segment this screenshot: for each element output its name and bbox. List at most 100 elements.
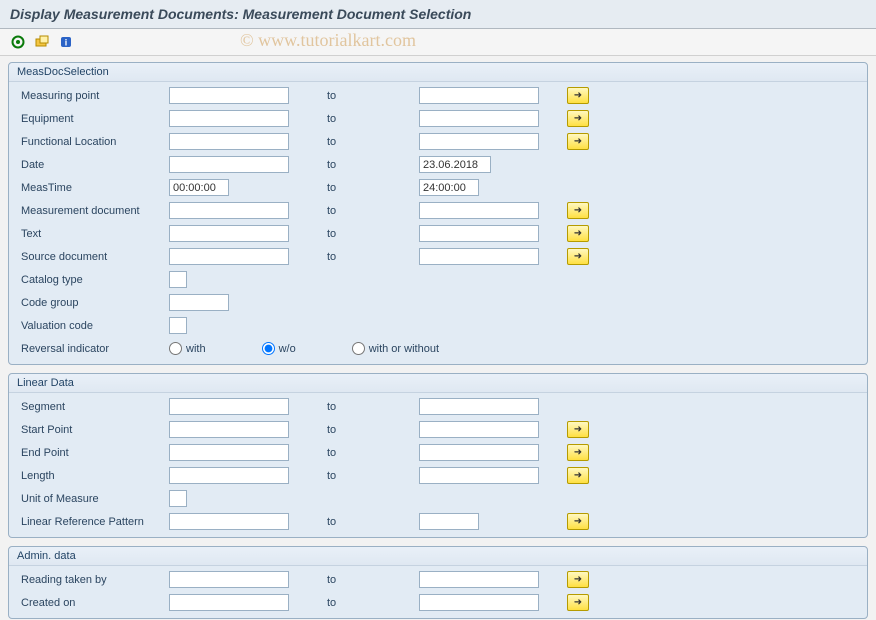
label-length: Length <box>9 470 169 482</box>
label-meas-doc: Measurement document <box>9 205 169 217</box>
group-title: MeasDocSelection <box>9 63 867 82</box>
info-button[interactable]: i <box>56 33 76 51</box>
arrow-right-icon: ➜ <box>574 136 582 147</box>
lrp-from[interactable] <box>169 513 289 530</box>
catalog-type-input[interactable] <box>169 271 187 288</box>
meas-time-to[interactable] <box>419 179 479 196</box>
toolbar: i <box>0 29 876 56</box>
arrow-right-icon: ➜ <box>574 90 582 101</box>
group-meas-doc-selection: MeasDocSelection Measuring point to ➜ Eq… <box>8 62 868 365</box>
meas-time-from[interactable] <box>169 179 229 196</box>
meas-doc-to[interactable] <box>419 202 539 219</box>
multiple-selection-button[interactable]: ➜ <box>567 467 589 484</box>
end-point-from[interactable] <box>169 444 289 461</box>
row-reading-taken-by: Reading taken by to ➜ <box>9 568 867 591</box>
multiple-selection-button[interactable]: ➜ <box>567 202 589 219</box>
segment-to[interactable] <box>419 398 539 415</box>
radio-both-input[interactable] <box>352 342 365 355</box>
row-unit-of-measure: Unit of Measure <box>9 487 867 510</box>
multiple-selection-button[interactable]: ➜ <box>567 110 589 127</box>
label-reversal: Reversal indicator <box>9 343 169 355</box>
content-area: MeasDocSelection Measuring point to ➜ Eq… <box>0 56 876 619</box>
created-on-from[interactable] <box>169 594 289 611</box>
multiple-selection-button[interactable]: ➜ <box>567 133 589 150</box>
multiple-selection-button[interactable]: ➜ <box>567 421 589 438</box>
row-source-doc: Source document to ➜ <box>9 245 867 268</box>
label-date: Date <box>9 159 169 171</box>
source-doc-from[interactable] <box>169 248 289 265</box>
row-functional-location: Functional Location to ➜ <box>9 130 867 153</box>
row-date: Date to <box>9 153 867 176</box>
equipment-from[interactable] <box>169 110 289 127</box>
length-to[interactable] <box>419 467 539 484</box>
length-from[interactable] <box>169 467 289 484</box>
row-valuation-code: Valuation code <box>9 314 867 337</box>
label-end-point: End Point <box>9 447 169 459</box>
row-reversal-indicator: Reversal indicator with w/o with or with… <box>9 337 867 360</box>
date-to[interactable] <box>419 156 491 173</box>
label-measuring-point: Measuring point <box>9 90 169 102</box>
group-title: Admin. data <box>9 547 867 566</box>
execute-button[interactable] <box>8 33 28 51</box>
text-to[interactable] <box>419 225 539 242</box>
execute-icon <box>11 35 25 49</box>
label-text: Text <box>9 228 169 240</box>
label-catalog-type: Catalog type <box>9 274 169 286</box>
meas-doc-from[interactable] <box>169 202 289 219</box>
text-from[interactable] <box>169 225 289 242</box>
label-reading-taken-by: Reading taken by <box>9 574 169 586</box>
multiple-selection-button[interactable]: ➜ <box>567 571 589 588</box>
row-catalog-type: Catalog type <box>9 268 867 291</box>
label-func-loc: Functional Location <box>9 136 169 148</box>
start-point-to[interactable] <box>419 421 539 438</box>
info-icon: i <box>59 35 73 49</box>
equipment-to[interactable] <box>419 110 539 127</box>
valuation-code-input[interactable] <box>169 317 187 334</box>
arrow-right-icon: ➜ <box>574 597 582 608</box>
multiple-selection-button[interactable]: ➜ <box>567 444 589 461</box>
multiple-selection-button[interactable]: ➜ <box>567 87 589 104</box>
date-from[interactable] <box>169 156 289 173</box>
get-variant-button[interactable] <box>32 33 52 51</box>
reading-taken-by-from[interactable] <box>169 571 289 588</box>
arrow-right-icon: ➜ <box>574 205 582 216</box>
measuring-point-from[interactable] <box>169 87 289 104</box>
start-point-from[interactable] <box>169 421 289 438</box>
radio-wo[interactable]: w/o <box>262 342 296 355</box>
multiple-selection-button[interactable]: ➜ <box>567 248 589 265</box>
row-text: Text to ➜ <box>9 222 867 245</box>
label-meas-time: MeasTime <box>9 182 169 194</box>
radio-with[interactable]: with <box>169 342 206 355</box>
row-code-group: Code group <box>9 291 867 314</box>
code-group-input[interactable] <box>169 294 229 311</box>
source-doc-to[interactable] <box>419 248 539 265</box>
title-bar: Display Measurement Documents: Measureme… <box>0 0 876 29</box>
multiple-selection-button[interactable]: ➜ <box>567 513 589 530</box>
segment-from[interactable] <box>169 398 289 415</box>
group-title: Linear Data <box>9 374 867 393</box>
arrow-right-icon: ➜ <box>574 516 582 527</box>
measuring-point-to[interactable] <box>419 87 539 104</box>
row-start-point: Start Point to ➜ <box>9 418 867 441</box>
folder-icon <box>35 35 49 49</box>
arrow-right-icon: ➜ <box>574 251 582 262</box>
func-loc-to[interactable] <box>419 133 539 150</box>
multiple-selection-button[interactable]: ➜ <box>567 594 589 611</box>
row-measuring-point: Measuring point to ➜ <box>9 84 867 107</box>
svg-text:i: i <box>65 38 68 48</box>
end-point-to[interactable] <box>419 444 539 461</box>
to-label: to <box>299 90 419 102</box>
created-on-to[interactable] <box>419 594 539 611</box>
row-meas-doc: Measurement document to ➜ <box>9 199 867 222</box>
multiple-selection-button[interactable]: ➜ <box>567 225 589 242</box>
radio-wo-input[interactable] <box>262 342 275 355</box>
row-length: Length to ➜ <box>9 464 867 487</box>
reading-taken-by-to[interactable] <box>419 571 539 588</box>
func-loc-from[interactable] <box>169 133 289 150</box>
lrp-to[interactable] <box>419 513 479 530</box>
radio-both[interactable]: with or without <box>352 342 439 355</box>
arrow-right-icon: ➜ <box>574 447 582 458</box>
uom-input[interactable] <box>169 490 187 507</box>
radio-with-input[interactable] <box>169 342 182 355</box>
label-created-on: Created on <box>9 597 169 609</box>
